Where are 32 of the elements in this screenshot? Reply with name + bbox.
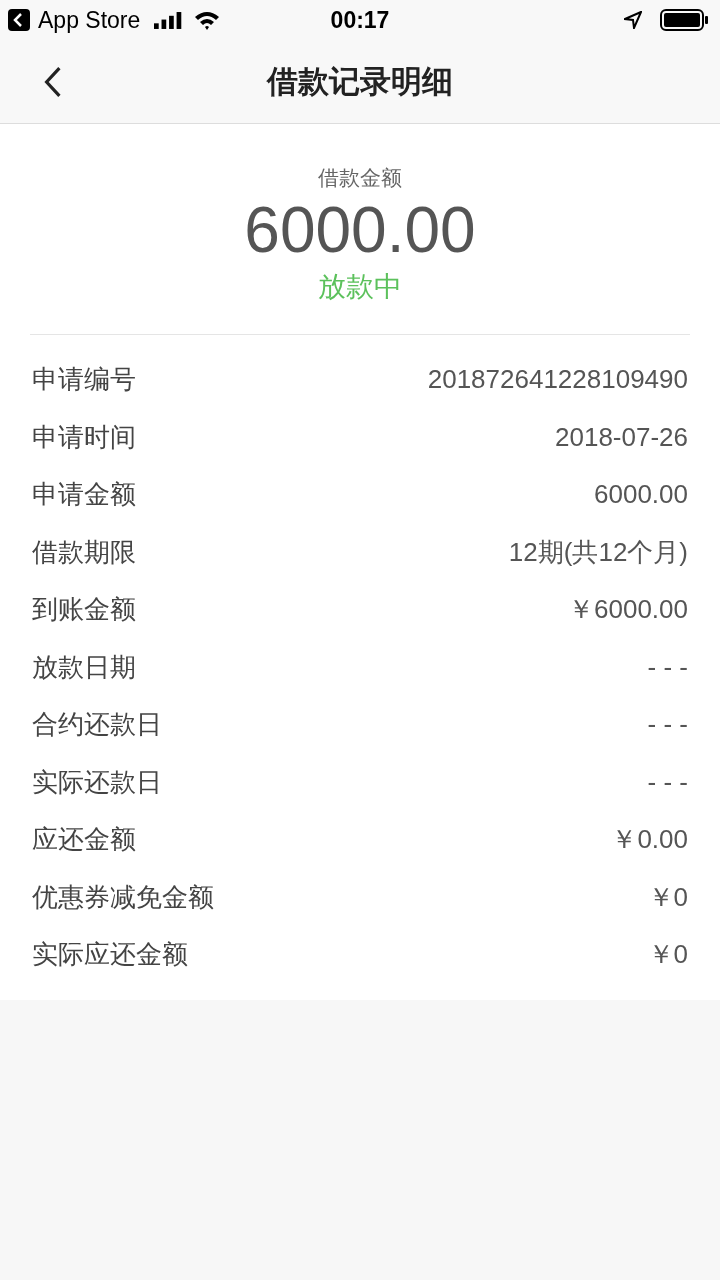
detail-label: 借款期限: [32, 535, 136, 569]
detail-label: 应还金额: [32, 823, 136, 857]
back-icon[interactable]: [8, 9, 30, 31]
page-title: 借款记录明细: [267, 61, 453, 101]
detail-label: 申请编号: [32, 363, 136, 397]
detail-value: ￥0: [647, 938, 688, 972]
wifi-icon: [194, 10, 221, 30]
detail-value: 2018-07-26: [555, 421, 688, 453]
detail-value: - - -: [647, 651, 688, 683]
clock-time: 00:17: [330, 6, 390, 34]
location-icon: [624, 11, 642, 29]
detail-label: 放款日期: [32, 650, 136, 684]
detail-value: ￥0: [647, 880, 688, 914]
detail-value: 201872641228109490: [427, 364, 688, 396]
detail-label: 到账金额: [32, 593, 136, 627]
battery-icon: [660, 9, 708, 31]
detail-label: 实际应还金额: [32, 938, 188, 972]
detail-value: - - -: [647, 709, 688, 741]
detail-label: 合约还款日: [32, 708, 162, 742]
detail-value: 12期(共12个月): [508, 535, 688, 569]
detail-value: ￥0.00: [611, 823, 688, 857]
detail-label: 申请时间: [32, 420, 136, 454]
detail-value: ￥6000.00: [568, 593, 688, 627]
loan-amount: 6000.00: [244, 193, 476, 268]
detail-label: 优惠券减免金额: [32, 880, 214, 914]
detail-value: 6000.00: [594, 479, 688, 511]
amount-label: 借款金额: [318, 165, 402, 192]
detail-label: 实际还款日: [32, 765, 162, 799]
back-app-link[interactable]: App Store: [38, 6, 141, 34]
detail-label: 申请金额: [32, 478, 136, 512]
detail-value: - - -: [647, 766, 688, 798]
loan-status: 放款中: [318, 269, 402, 305]
